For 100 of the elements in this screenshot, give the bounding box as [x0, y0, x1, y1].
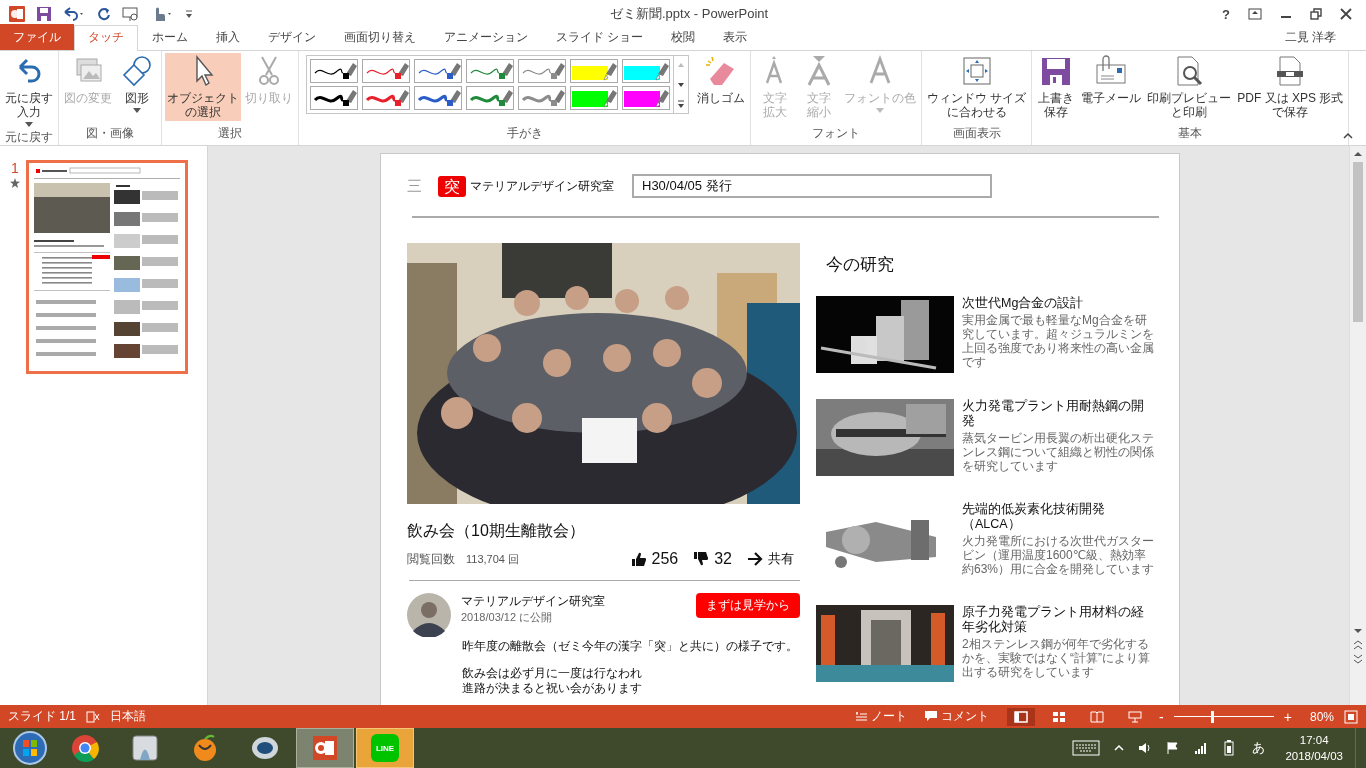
- pen-swatch[interactable]: [518, 86, 566, 110]
- pen-swatch[interactable]: [362, 86, 410, 110]
- research-description: 火力発電所における次世代ガスタービン（運用温度1600℃級、熱効率約63%）用に合金を開発しています: [962, 534, 1156, 576]
- group-label: フォント: [811, 125, 861, 142]
- collapse-ribbon-icon[interactable]: [1342, 131, 1354, 139]
- avatar: [407, 593, 451, 637]
- ribbon-tab[interactable]: タッチ: [74, 25, 138, 51]
- notes-button[interactable]: ノート: [855, 708, 908, 725]
- previous-slide-icon[interactable]: [1351, 639, 1365, 651]
- select-objects-button[interactable]: オブジェクト の選択: [165, 53, 241, 121]
- signal-icon[interactable]: [1194, 741, 1209, 755]
- star-icon: [10, 178, 20, 188]
- ribbon-tab[interactable]: 校閲: [657, 25, 710, 50]
- pen-swatch[interactable]: [570, 59, 618, 83]
- lab-logo: 突: [438, 175, 466, 197]
- pen-swatch[interactable]: [414, 59, 462, 83]
- presentation-app-icon: [310, 733, 340, 763]
- clock-date[interactable]: 2018/04/03: [1285, 748, 1343, 764]
- normal-view-button[interactable]: [1007, 707, 1036, 726]
- ribbon-display-icon[interactable]: [1248, 8, 1262, 20]
- restore-icon[interactable]: [1310, 8, 1322, 20]
- thumbs-down-icon[interactable]: [693, 551, 710, 567]
- language-indicator[interactable]: 日本語: [110, 708, 146, 725]
- group-label: 図・画像: [85, 125, 135, 142]
- zoom-slider-thumb[interactable]: [1210, 710, 1214, 723]
- taskbar-button[interactable]: [296, 728, 354, 768]
- projector-icon: [1128, 710, 1143, 723]
- fit-slide-icon[interactable]: [1344, 709, 1358, 724]
- save-icon[interactable]: [36, 6, 52, 22]
- help-button[interactable]: ?: [1222, 6, 1230, 22]
- fit-window-button[interactable]: ウィンドウ サイズ に合わせる: [925, 53, 1029, 121]
- show-hidden-icons[interactable]: [1114, 744, 1125, 752]
- zoom-out-button[interactable]: -: [1159, 708, 1164, 725]
- customize-icon[interactable]: [184, 8, 194, 20]
- powerpoint-logo-icon: [8, 5, 26, 23]
- arrow-right-icon[interactable]: [747, 552, 763, 566]
- pen-swatch[interactable]: [466, 59, 514, 83]
- undo-button[interactable]: 元に戻す 入力: [3, 53, 55, 129]
- research-description: 蒸気タービン用長翼の析出硬化ステンレス鋼について組織と靭性の関係を研究しています: [962, 431, 1155, 473]
- shapes-button[interactable]: 図形: [116, 53, 158, 115]
- clock-time[interactable]: 17:04: [1299, 732, 1329, 748]
- pen-swatch[interactable]: [622, 59, 670, 83]
- comments-button[interactable]: コメント: [925, 708, 990, 725]
- ribbon-tab[interactable]: アニメーション: [430, 25, 542, 50]
- share-link[interactable]: 共有: [768, 550, 794, 568]
- eraser-button[interactable]: 消しゴム: [695, 53, 747, 107]
- input-method-indicator[interactable]: あ: [1252, 739, 1266, 757]
- start-button[interactable]: [12, 730, 48, 766]
- ribbon-tab[interactable]: 表示: [709, 25, 762, 50]
- book-icon: [1090, 710, 1105, 723]
- zoom-in-button[interactable]: +: [1283, 708, 1292, 725]
- save-pdf-button[interactable]: PDF 又は XPS 形式 で保存: [1235, 53, 1346, 121]
- redo-icon[interactable]: [96, 6, 112, 22]
- pen-swatch[interactable]: [570, 86, 618, 110]
- pen-swatch[interactable]: [310, 86, 358, 110]
- file-tab[interactable]: ファイル: [0, 24, 74, 50]
- ribbon-tab[interactable]: スライド ショー: [542, 25, 658, 50]
- views-label: 閲覧回数: [407, 550, 455, 568]
- pen-swatch[interactable]: [414, 86, 462, 110]
- volume-icon[interactable]: [1138, 741, 1153, 755]
- zoom-slider[interactable]: [1173, 709, 1274, 724]
- close-icon[interactable]: [1340, 8, 1352, 20]
- visit-button[interactable]: まずは見学から: [696, 593, 800, 618]
- ribbon-tab[interactable]: デザイン: [254, 25, 330, 50]
- ribbon-tab[interactable]: 挿入: [202, 25, 254, 50]
- spelling-icon[interactable]: [86, 710, 100, 723]
- email-button[interactable]: 電子メール: [1079, 53, 1144, 107]
- battery-icon[interactable]: [1222, 740, 1237, 756]
- publish-date: 2018/03/12 に公開: [461, 610, 554, 625]
- undo-icon[interactable]: [62, 6, 86, 22]
- save-button[interactable]: 上書き 保存: [1035, 53, 1078, 121]
- group-label: 手がき: [505, 125, 544, 142]
- pen-swatch[interactable]: [310, 59, 358, 83]
- research-description: 2相ステンレス鋼が何年で劣化するかを、実験ではなく“計算”により算出する研究をしています: [962, 637, 1151, 679]
- ribbon-tab[interactable]: 画面切り替え: [330, 25, 430, 50]
- next-slide-icon[interactable]: [1351, 653, 1365, 665]
- ribbon-tab[interactable]: ホーム: [138, 25, 202, 50]
- pen-swatch[interactable]: [466, 86, 514, 110]
- view-count: 113,704 回: [466, 551, 519, 567]
- thumbs-up-icon[interactable]: [630, 551, 647, 567]
- zoom-level[interactable]: 80%: [1309, 709, 1334, 724]
- pen-swatch[interactable]: [518, 59, 566, 83]
- normal-view-icon: [1014, 710, 1029, 723]
- research-title: 原子力発電プラント用材料の経年劣化対策: [962, 605, 1145, 635]
- slide-thumbnail[interactable]: [26, 160, 188, 374]
- lab-name: マテリアルデザイン研究室: [470, 177, 614, 195]
- print-preview-button[interactable]: 印刷プレビュー と印刷: [1145, 53, 1234, 121]
- shapes-icon: [120, 55, 154, 87]
- notes-icon: [855, 711, 868, 722]
- user-name[interactable]: 二見 洋孝: [1284, 29, 1366, 50]
- pen-swatch[interactable]: [362, 59, 410, 83]
- pen-swatch[interactable]: [622, 86, 670, 110]
- present-icon[interactable]: [122, 6, 140, 22]
- group-label: 基本: [1177, 125, 1204, 142]
- flag-icon[interactable]: [1166, 741, 1181, 755]
- section-heading: 今の研究: [826, 254, 895, 276]
- keyboard-icon[interactable]: [1072, 740, 1101, 756]
- article-text: 昨年度の離散会（ゼミ今年の漢字「突」と共に）の様子です。: [462, 639, 799, 654]
- scrollbar-thumb[interactable]: [1353, 162, 1363, 322]
- slide-counter[interactable]: スライド 1/1: [8, 708, 76, 725]
